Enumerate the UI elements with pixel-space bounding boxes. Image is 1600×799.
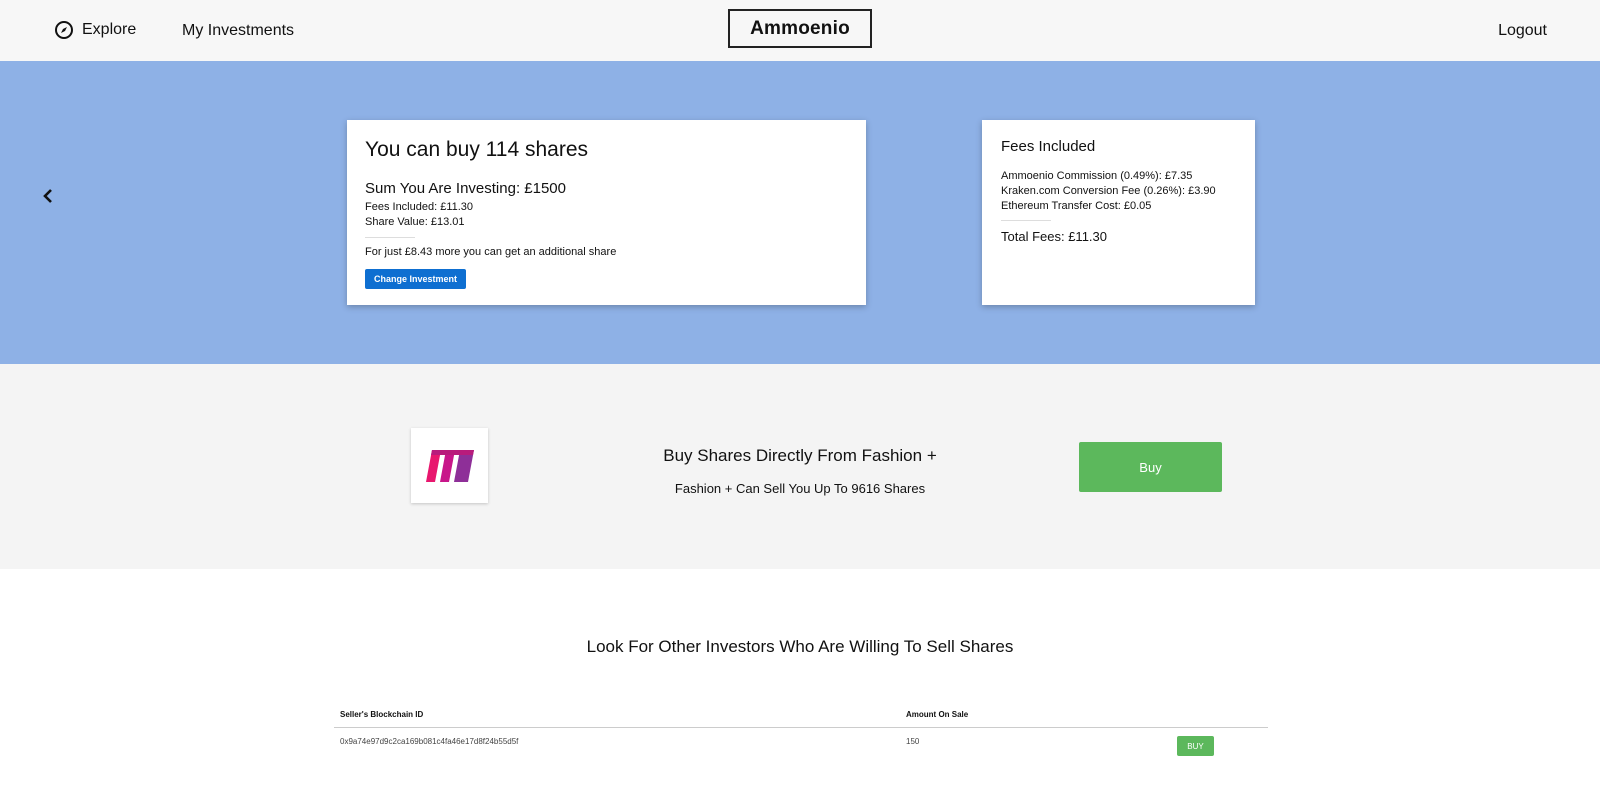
buy-direct-button[interactable]: Buy — [1079, 442, 1222, 492]
fashion-plus-logo-icon — [425, 449, 474, 482]
company-subtitle: Fashion + Can Sell You Up To 9616 Shares — [674, 481, 926, 496]
amount-cell: 150 — [906, 737, 920, 746]
nav-my-investments[interactable]: My Investments — [182, 22, 294, 40]
sellers-title: Look For Other Investors Who Are Willing… — [586, 637, 1014, 656]
share-value-text: Share Value: £13.01 — [365, 216, 465, 228]
column-header-amount: Amount On Sale — [906, 710, 969, 719]
nav-logout[interactable]: Logout — [1498, 22, 1547, 40]
fees-card: Fees Included Ammoenio Commission (0.49%… — [982, 120, 1255, 305]
investment-summary-card: You can buy 114 shares Sum You Are Inves… — [347, 120, 866, 305]
nav-explore[interactable]: Explore — [54, 20, 136, 40]
change-investment-button[interactable]: Change Investment — [365, 269, 467, 289]
table-header: Seller's Blockchain ID Amount On Sale — [334, 706, 1268, 728]
divider — [1001, 220, 1051, 221]
shares-headline: You can buy 114 shares — [365, 138, 589, 161]
sellers-table: Seller's Blockchain ID Amount On Sale 0x… — [334, 706, 1268, 762]
company-logo — [411, 428, 488, 503]
sum-investing: Sum You Are Investing: £1500 — [365, 180, 566, 197]
chevron-left-icon — [43, 189, 52, 203]
fees-card-title: Fees Included — [1001, 138, 1096, 155]
seller-id-cell: 0x9a74e97d9c2ca169b081c4fa46e17d8f24b55d… — [340, 737, 519, 746]
investment-hero: You can buy 114 shares Sum You Are Inves… — [0, 61, 1600, 364]
brand-logo[interactable]: Ammoenio — [728, 9, 872, 48]
top-navbar: Explore My Investments Ammoenio Logout — [0, 0, 1600, 61]
divider — [365, 237, 415, 238]
back-button[interactable] — [40, 188, 56, 209]
company-section: Buy Shares Directly From Fashion + Fashi… — [0, 364, 1600, 569]
fee-conversion: Kraken.com Conversion Fee (0.26%): £3.90 — [1001, 185, 1216, 197]
fee-transfer: Ethereum Transfer Cost: £0.05 — [1001, 200, 1152, 212]
compass-icon — [55, 21, 73, 39]
company-title: Buy Shares Directly From Fashion + — [663, 446, 937, 465]
fees-included-text: Fees Included: £11.30 — [365, 201, 474, 213]
column-header-seller-id: Seller's Blockchain ID — [340, 710, 424, 719]
table-row: 0x9a74e97d9c2ca169b081c4fa46e17d8f24b55d… — [334, 728, 1268, 762]
additional-share-message: For just £8.43 more you can get an addit… — [365, 246, 617, 258]
total-fees: Total Fees: £11.30 — [1001, 229, 1107, 244]
buy-from-seller-button[interactable]: BUY — [1177, 736, 1214, 756]
nav-explore-label: Explore — [82, 21, 137, 38]
fee-commission: Ammoenio Commission (0.49%): £7.35 — [1001, 170, 1193, 182]
